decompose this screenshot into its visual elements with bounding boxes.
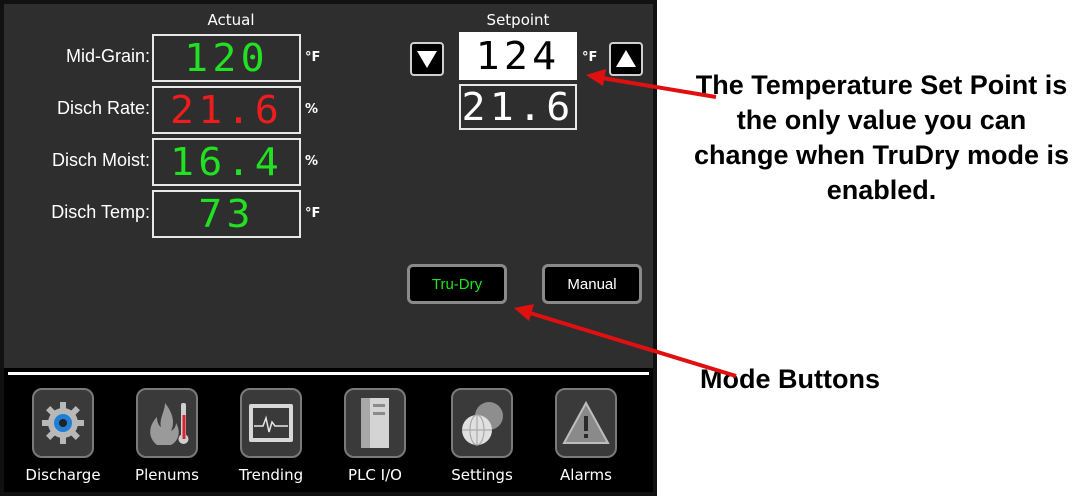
nav-plenums-label: Plenums	[135, 466, 199, 484]
manual-mode-label: Manual	[567, 275, 617, 293]
disch-rate-label: Disch Rate:	[56, 98, 150, 118]
nav-plc-io-label: PLC I/O	[348, 466, 402, 484]
setpoint-temp-value: 124	[475, 34, 561, 78]
nav-trending-label: Trending	[238, 466, 304, 484]
setpoint-rate-value: 21.6	[461, 85, 575, 129]
disch-moist-value-box: 16.4	[152, 138, 301, 186]
nav-alarms-label: Alarms	[560, 466, 612, 484]
down-arrow-icon	[417, 51, 437, 68]
disch-rate-value-box: 21.6	[152, 86, 301, 134]
nav-plc-io-button[interactable]	[344, 388, 406, 458]
plc-cabinet-icon	[361, 398, 389, 448]
nav-settings-label: Settings	[451, 466, 513, 484]
mid-grain-value: 120	[184, 36, 269, 80]
setpoint-header: Setpoint	[486, 11, 550, 29]
nav-plenums-button[interactable]	[136, 388, 198, 458]
flame-thermometer-icon	[150, 403, 189, 445]
disch-temp-value: 73	[198, 192, 255, 236]
disch-moist-unit: %	[305, 154, 319, 169]
setpoint-temp-unit: °F	[582, 50, 598, 65]
actual-header: Actual	[207, 11, 255, 29]
trudry-mode-button[interactable]: Tru-Dry	[407, 264, 507, 304]
disch-moist-label: Disch Moist:	[51, 150, 150, 170]
mid-grain-value-box: 120	[152, 34, 301, 82]
setpoint-rate-box: 21.6	[459, 84, 577, 130]
setpoint-temp-box[interactable]: 124	[459, 32, 577, 80]
settings-globe-icon	[462, 402, 503, 446]
mode-callout-text: Mode Buttons	[700, 364, 880, 394]
disch-temp-label: Disch Temp:	[51, 202, 150, 222]
gear-icon	[42, 402, 84, 444]
nav-trending-button[interactable]	[240, 388, 302, 458]
disch-temp-unit: °F	[305, 206, 321, 221]
disch-rate-value: 21.6	[170, 88, 283, 132]
setpoint-increase-button[interactable]	[609, 42, 643, 76]
nav-divider	[8, 372, 649, 375]
disch-moist-value: 16.4	[170, 140, 283, 184]
mid-grain-unit: °F	[305, 50, 321, 65]
hmi-panel: Actual Setpoint Mid-Grain: Disch Rate: D…	[0, 0, 657, 496]
nav-discharge-button[interactable]	[32, 388, 94, 458]
mid-grain-label: Mid-Grain:	[65, 46, 150, 66]
nav-alarms-button[interactable]	[555, 388, 617, 458]
trudry-mode-label: Tru-Dry	[431, 275, 483, 293]
setpoint-decrease-button[interactable]	[410, 42, 444, 76]
up-arrow-icon	[616, 50, 636, 67]
nav-settings-button[interactable]	[451, 388, 513, 458]
manual-mode-button[interactable]: Manual	[542, 264, 642, 304]
trend-monitor-icon	[249, 404, 293, 442]
disch-rate-unit: %	[305, 102, 319, 117]
disch-temp-value-box: 73	[152, 190, 301, 238]
setpoint-callout-text: The Temperature Set Point is the only va…	[693, 70, 1070, 205]
warning-triangle-icon	[562, 400, 610, 444]
nav-discharge-label: Discharge	[25, 466, 101, 484]
